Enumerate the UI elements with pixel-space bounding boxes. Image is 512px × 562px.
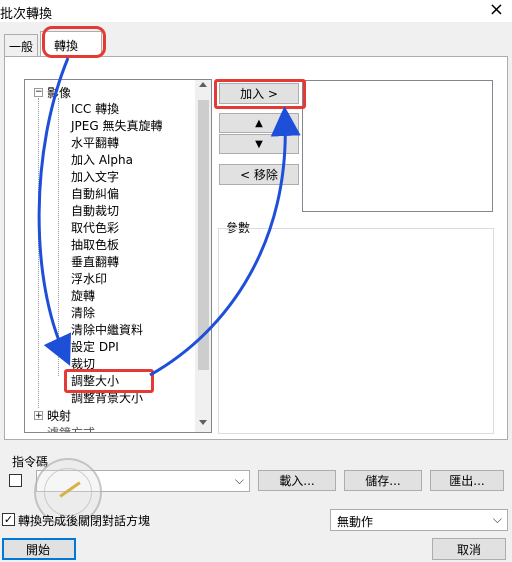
tree-item[interactable]: 自動糾偏 bbox=[71, 186, 119, 202]
window-title: 批次轉換 bbox=[0, 7, 53, 22]
tab-convert[interactable]: 轉換 bbox=[40, 31, 102, 57]
move-down-button[interactable]: ▼ bbox=[219, 134, 299, 154]
tree-scrollbar[interactable] bbox=[195, 80, 211, 432]
tree-group-filter[interactable]: 濾鏡方式 bbox=[47, 424, 95, 432]
move-up-button[interactable]: ▲ bbox=[219, 113, 299, 133]
tree-line bbox=[38, 98, 39, 408]
tree-line-sub bbox=[58, 98, 59, 376]
remove-button[interactable]: < 移除 bbox=[219, 164, 299, 185]
filter-tree[interactable]: − 影像 ICC 轉換 JPEG 無失真旋轉 水平翻轉 加入 Alpha 加入文… bbox=[24, 79, 212, 433]
close-after-label[interactable]: 轉換完成後關閉對話方塊 bbox=[18, 512, 150, 529]
add-button[interactable]: 加入 > bbox=[219, 83, 299, 104]
close-after-checkbox[interactable]: ✓ bbox=[2, 513, 15, 526]
save-button[interactable]: 儲存... bbox=[344, 470, 422, 491]
action-select[interactable]: 無動作 ⌵ bbox=[330, 509, 508, 531]
tree-item[interactable]: ICC 轉換 bbox=[71, 101, 119, 117]
tree-item[interactable]: JPEG 無失真旋轉 bbox=[71, 118, 162, 134]
tree-item[interactable]: 清除 bbox=[71, 305, 95, 321]
export-button[interactable]: 匯出... bbox=[430, 470, 504, 491]
tree-item[interactable]: 加入 Alpha bbox=[71, 152, 133, 168]
command-checkbox[interactable] bbox=[9, 474, 22, 487]
tree-item[interactable]: 調整背景大小 bbox=[71, 390, 143, 406]
action-select-value: 無動作 bbox=[337, 515, 374, 529]
tab-general[interactable]: 一般 bbox=[4, 34, 38, 56]
params-box bbox=[218, 228, 494, 434]
tree-item[interactable]: 垂直翻轉 bbox=[71, 254, 119, 270]
tree-item[interactable]: 抽取色板 bbox=[71, 237, 119, 253]
tab-convert-label: 轉換 bbox=[54, 39, 79, 53]
tree-item-resize[interactable]: 調整大小 bbox=[71, 373, 119, 389]
title-bar: 批次轉換 × bbox=[0, 0, 512, 22]
tab-general-label: 一般 bbox=[9, 40, 34, 54]
tree-group-map[interactable]: 映射 bbox=[47, 407, 71, 424]
tree-item[interactable]: 設定 DPI bbox=[71, 339, 119, 355]
scroll-thumb[interactable] bbox=[198, 100, 209, 370]
chevron-down-icon: ⌵ bbox=[492, 512, 502, 526]
tree-item[interactable]: 清除中繼資料 bbox=[71, 322, 143, 338]
cancel-button[interactable]: 取消 bbox=[432, 538, 506, 560]
selected-list[interactable] bbox=[302, 80, 493, 212]
expand-collapse-icon[interactable]: − bbox=[34, 88, 43, 97]
tree-item[interactable]: 浮水印 bbox=[71, 271, 107, 287]
close-icon[interactable]: × bbox=[489, 0, 504, 20]
expand-icon[interactable]: + bbox=[34, 411, 43, 421]
tree-group-image[interactable]: 影像 bbox=[47, 84, 71, 101]
tree-item[interactable]: 自動裁切 bbox=[71, 203, 119, 219]
chevron-down-icon: ⌵ bbox=[234, 473, 244, 487]
tree-item[interactable]: 取代色彩 bbox=[71, 220, 119, 236]
tree-item[interactable]: 裁切 bbox=[71, 356, 95, 372]
scroll-up-icon[interactable] bbox=[199, 82, 207, 87]
tree-item[interactable]: 加入文字 bbox=[71, 169, 119, 185]
tree-item[interactable]: 旋轉 bbox=[71, 288, 95, 304]
tree-item[interactable]: 水平翻轉 bbox=[71, 135, 119, 151]
scroll-down-icon[interactable] bbox=[199, 420, 207, 425]
load-button[interactable]: 載入... bbox=[258, 470, 336, 491]
start-button[interactable]: 開始 bbox=[2, 538, 76, 560]
